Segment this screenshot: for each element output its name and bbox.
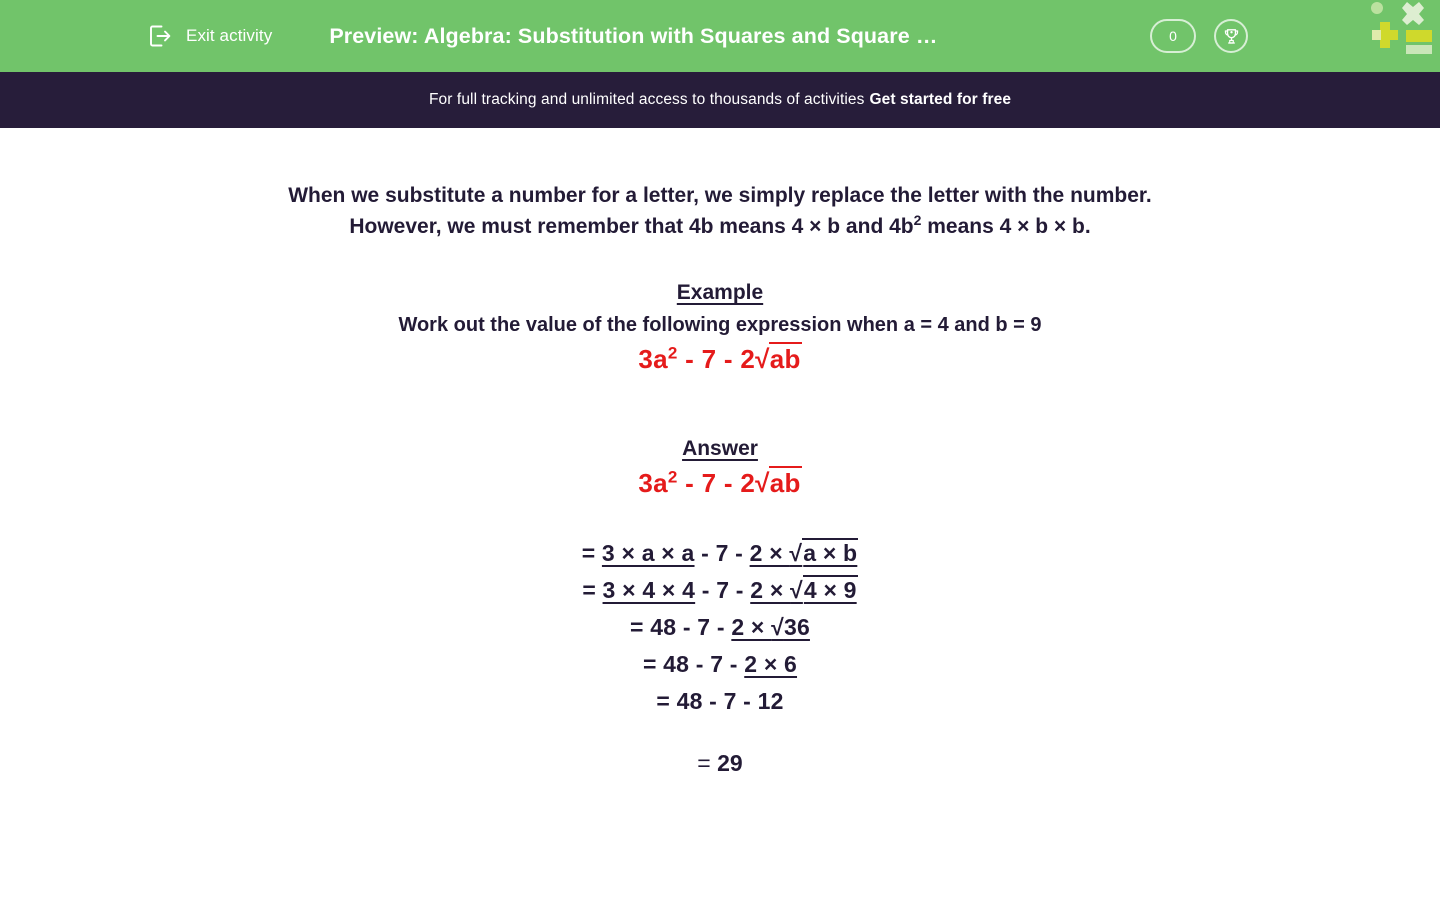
answer-expression: 3a2 - 7 - 2√ab (0, 466, 1440, 499)
header-actions: 0 (1150, 19, 1248, 53)
expression-middle: - 7 - 2√ (677, 344, 770, 374)
trophy-button[interactable] (1214, 19, 1248, 53)
final-answer: = 29 (0, 750, 1440, 777)
upgrade-banner: For full tracking and unlimited access t… (0, 72, 1440, 128)
step1-term1: 3 × a × a (601, 540, 695, 566)
intro-line-1: When we substitute a number for a letter… (288, 184, 1152, 207)
example-expression: 3a2 - 7 - 2√ab (0, 342, 1440, 375)
exit-activity-label: Exit activity (186, 26, 273, 45)
working-step-1: = 3 × a × a - 7 - 2 × √a × b (0, 535, 1440, 572)
expression-lead: 3a (638, 344, 668, 374)
step4-eq: = 48 - 7 - (642, 651, 745, 677)
score-value: 0 (1169, 28, 1177, 44)
step3-term3: 2 × (731, 614, 772, 640)
example-heading: Example (676, 281, 764, 304)
answer-expression-radicand: ab (768, 466, 802, 498)
confetti-decoration (1371, 2, 1432, 54)
working-step-3: = 48 - 7 - 2 × √36 (0, 609, 1440, 646)
step1-term2: - 7 - (694, 540, 750, 566)
step3-radicand: 36 (783, 614, 810, 640)
final-answer-value: 29 (717, 750, 743, 776)
answer-expression-lead: 3a (638, 468, 668, 498)
step2-term1: 3 × 4 × 4 (602, 577, 696, 603)
intro-line-2-before: However, we must remember that 4b means … (349, 215, 914, 238)
expression-exponent: 2 (667, 343, 678, 363)
score-badge[interactable]: 0 (1150, 19, 1196, 53)
step1-radicand: a × b (802, 538, 859, 566)
expression-radicand: ab (768, 342, 802, 374)
step2-radical-sign: √ (790, 577, 803, 603)
exit-arrow-icon (150, 25, 171, 47)
lesson-content: When we substitute a number for a letter… (0, 128, 1440, 900)
step3-radical-sign: √ (771, 614, 784, 640)
get-started-link[interactable]: Get started for free (870, 91, 1012, 109)
answer-expression-middle: - 7 - 2√ (677, 468, 770, 498)
working-step-4: = 48 - 7 - 2 × 6 (0, 646, 1440, 683)
step2-eq: = (582, 577, 603, 603)
intro-line-2-after: means 4 × b × b. (921, 215, 1091, 238)
working-step-5: = 48 - 7 - 12 (0, 683, 1440, 720)
step1-term3: 2 × (749, 540, 790, 566)
answer-expression-exponent: 2 (667, 467, 678, 487)
step5-eq: = 48 - 7 - 12 (656, 688, 784, 714)
step1-eq: = (581, 540, 602, 566)
step3-eq: = 48 - 7 - (630, 614, 732, 640)
intro-text: When we substitute a number for a letter… (0, 128, 1440, 242)
step2-term3: 2 × (750, 577, 791, 603)
step2-radicand: 4 × 9 (802, 575, 858, 603)
working-step-2: = 3 × 4 × 4 - 7 - 2 × √4 × 9 (0, 572, 1440, 609)
exit-activity-button[interactable]: Exit activity (148, 23, 272, 49)
working-steps: = 3 × a × a - 7 - 2 × √a × b = 3 × 4 × 4… (0, 535, 1440, 720)
step1-radical-sign: √ (789, 540, 803, 566)
page-title: Preview: Algebra: Substitution with Squa… (329, 23, 950, 48)
example-prompt: Work out the value of the following expr… (398, 314, 1042, 336)
final-answer-prefix: = (697, 750, 718, 776)
step4-term3: 2 × 6 (744, 651, 798, 677)
step2-term2: - 7 - (695, 577, 751, 603)
answer-heading: Answer (682, 437, 758, 460)
app-header: Exit activity Preview: Algebra: Substitu… (0, 0, 1440, 72)
banner-text: For full tracking and unlimited access t… (428, 91, 865, 108)
intro-line-2: However, we must remember that 4b means … (0, 211, 1440, 242)
trophy-icon (1224, 28, 1238, 44)
